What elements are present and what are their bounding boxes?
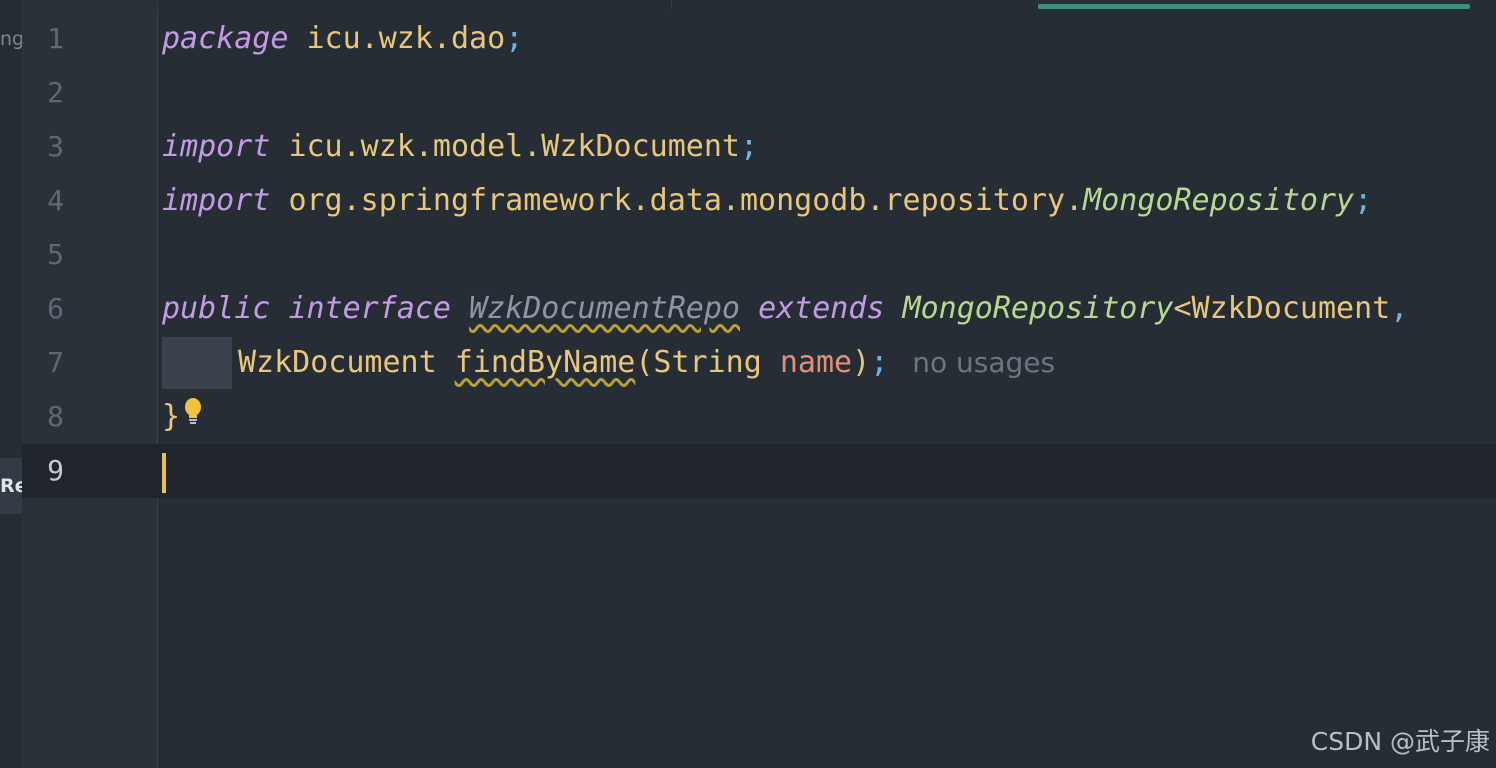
watermark: CSDN @武子康 xyxy=(1310,727,1490,756)
semicolon: ; xyxy=(739,129,759,164)
code-text[interactable]: } xyxy=(162,390,204,445)
line-number: 4 xyxy=(47,184,64,217)
line-number: 9 xyxy=(47,454,64,487)
selected-project-item-fragment[interactable]: Re xyxy=(0,458,28,514)
lightbulb-icon[interactable] xyxy=(182,391,204,445)
param-name: name xyxy=(779,345,853,380)
import-path: org.springframework.data.mongodb.reposit… xyxy=(288,183,1084,218)
import-path: icu.wzk.model.WzkDocument xyxy=(288,129,740,164)
usages-inlay-hint[interactable]: no usages xyxy=(912,346,1055,379)
interface-name: MongoRepository xyxy=(1083,183,1355,218)
method-name[interactable]: findByName xyxy=(455,345,636,380)
keyword-import: import xyxy=(162,129,271,164)
super-interface-name: MongoRepository xyxy=(902,291,1174,326)
keyword-public: public xyxy=(162,291,271,326)
semicolon: ; xyxy=(870,345,889,380)
keyword-extends: extends xyxy=(758,291,885,326)
code-line[interactable]: 1 package icu.wzk.dao; xyxy=(22,12,1496,66)
project-item-fragment[interactable]: ng xyxy=(0,28,24,50)
line-number: 7 xyxy=(47,346,64,379)
package-name: icu.wzk.dao xyxy=(306,21,506,56)
line-number: 5 xyxy=(47,238,64,271)
indent-highlight xyxy=(162,337,232,389)
code-line[interactable]: 7 WzkDocument findByName(String name); no… xyxy=(22,336,1496,390)
semicolon: ; xyxy=(505,21,524,56)
code-line[interactable]: 8 } xyxy=(22,390,1496,444)
tab-separator xyxy=(157,0,672,10)
code-text[interactable]: package icu.wzk.dao; xyxy=(162,12,523,66)
active-tab-indicator[interactable] xyxy=(1038,4,1470,9)
semicolon: ; xyxy=(1354,183,1373,218)
code-line[interactable]: 5 xyxy=(22,228,1496,282)
param-type: (String xyxy=(635,345,780,380)
line-number: 6 xyxy=(47,292,64,325)
line-number: 3 xyxy=(47,130,64,163)
line-number: 1 xyxy=(47,22,64,55)
code-line[interactable]: 3 import icu.wzk.model.WzkDocument; xyxy=(22,120,1496,174)
close-paren: ) xyxy=(852,345,871,380)
code-line[interactable]: 6 public interface WzkDocumentRepo exten… xyxy=(22,282,1496,336)
project-panel-edge: ng Re xyxy=(0,0,28,768)
code-text[interactable]: public interface WzkDocumentRepo extends… xyxy=(162,282,1408,336)
tab-separator xyxy=(671,0,1039,10)
text-caret xyxy=(162,453,166,493)
closing-brace: } xyxy=(162,399,181,434)
interface-declaration-name[interactable]: WzkDocumentRepo xyxy=(469,291,740,326)
generic-args: <WzkDocument xyxy=(1173,291,1391,326)
line-number: 2 xyxy=(47,76,64,109)
keyword-interface: interface xyxy=(288,291,451,326)
code-line-current[interactable]: 9 xyxy=(22,444,1496,498)
code-line[interactable]: 4 import org.springframework.data.mongod… xyxy=(22,174,1496,228)
code-text[interactable]: import icu.wzk.model.WzkDocument; xyxy=(162,120,758,174)
keyword-import: import xyxy=(162,183,271,218)
code-text[interactable]: import org.springframework.data.mongodb.… xyxy=(162,174,1372,228)
line-number: 8 xyxy=(47,400,64,433)
keyword-package: package xyxy=(162,21,289,56)
comma: , xyxy=(1390,291,1409,326)
return-type: WzkDocument xyxy=(238,345,437,380)
code-line[interactable]: 2 xyxy=(22,66,1496,120)
code-text[interactable]: WzkDocument findByName(String name); no u… xyxy=(162,336,1055,390)
